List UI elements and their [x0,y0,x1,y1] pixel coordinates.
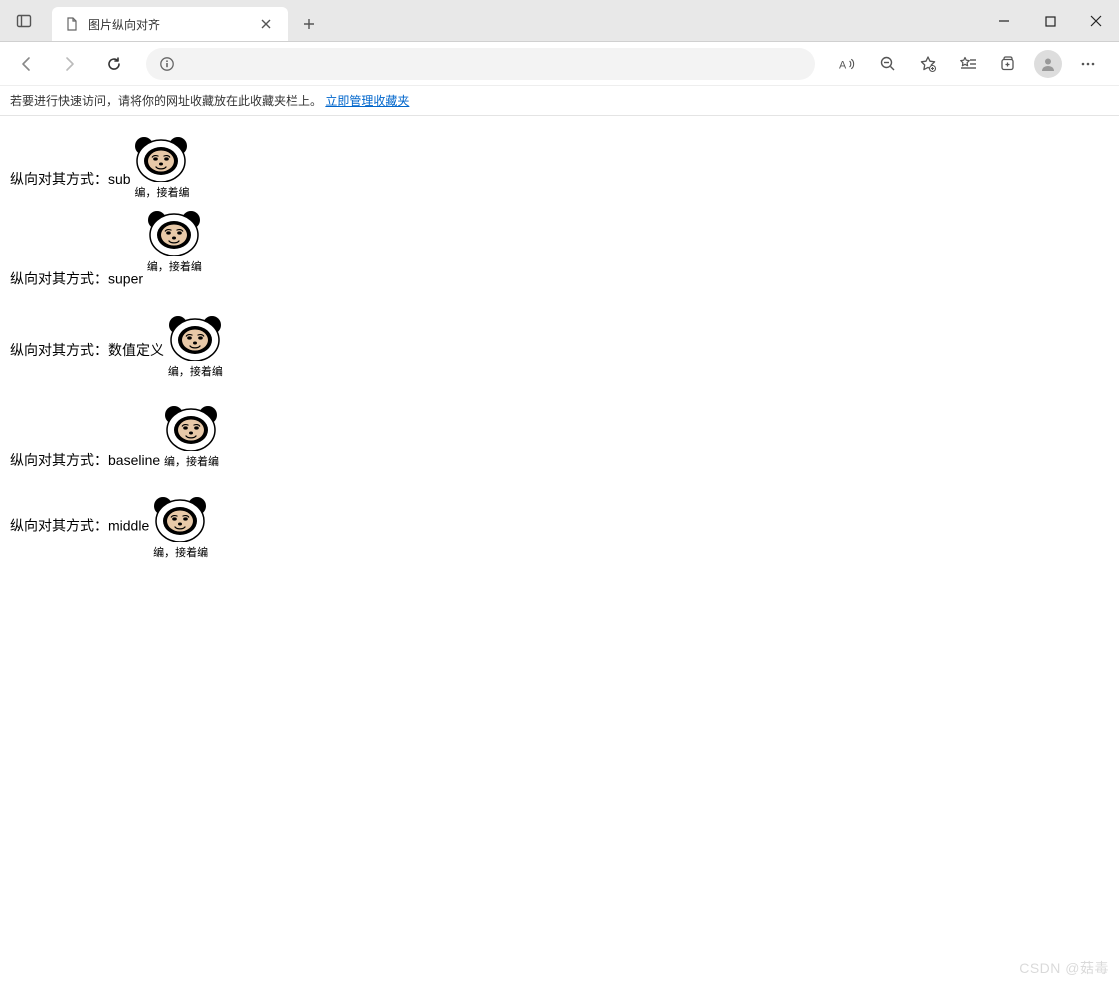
panda-image: 编，接着编 [134,134,189,200]
panda-image: 编，接着编 [164,403,219,469]
titlebar: 图片纵向对齐 [0,0,1119,42]
zoom-out-button[interactable] [869,46,907,82]
arrow-right-icon [61,55,79,73]
minimize-button[interactable] [981,0,1027,42]
toolbar-actions: A [829,46,1111,82]
row-label: 纵向对其方式：sub [10,171,131,187]
favorites-bar: 若要进行快速访问，请将你的网址收藏放在此收藏夹栏上。 立即管理收藏夹 [0,86,1119,116]
back-button[interactable] [8,46,44,82]
row-label: 纵向对其方式：super [10,271,143,287]
url-input[interactable] [184,56,803,71]
minimize-icon [998,15,1010,27]
example-row-super: 纵向对其方式：super 编，接着编 [10,216,1109,289]
info-icon [159,56,175,72]
close-icon [261,19,271,29]
favorite-button[interactable] [909,46,947,82]
row-label: 纵向对其方式：baseline [10,452,160,468]
example-row-sub: 纵向对其方式：sub 编，接着编 [10,126,1109,192]
close-window-button[interactable] [1073,0,1119,42]
row-label: 纵向对其方式：middle [10,517,149,533]
forward-button[interactable] [52,46,88,82]
tab-title: 图片纵向对齐 [88,16,248,33]
close-icon [1090,15,1102,27]
tab-actions-button[interactable] [0,0,48,41]
collections-icon [999,55,1017,73]
avatar-icon [1034,50,1062,78]
example-row-middle: 纵向对其方式：middle 编，接着编 [10,494,1109,560]
example-row-numeric: 纵向对其方式：数值定义 编，接着编 [10,313,1109,379]
browser-tab[interactable]: 图片纵向对齐 [52,7,288,41]
star-lines-icon [959,55,977,73]
svg-text:A: A [839,59,847,71]
page-content: 纵向对其方式：sub 编，接着编 纵向对其方式：super 编，接着编 纵向对其… [0,116,1119,594]
tab-close-button[interactable] [256,14,276,34]
more-button[interactable] [1069,46,1107,82]
zoom-out-icon [879,55,897,73]
manage-favorites-link[interactable]: 立即管理收藏夹 [325,92,409,109]
watermark: CSDN @菇毒 [1019,958,1109,978]
panda-caption: 编，接着编 [153,544,208,560]
row-label: 纵向对其方式：数值定义 [10,342,164,358]
panda-caption: 编，接着编 [168,363,223,379]
file-icon [64,16,80,32]
browser-toolbar: A [0,42,1119,86]
collections-button[interactable] [989,46,1027,82]
panda-image: 编，接着编 [168,313,223,379]
arrow-left-icon [17,55,35,73]
profile-button[interactable] [1029,46,1067,82]
panda-image: 编，接着编 [147,208,202,274]
refresh-icon [105,55,123,73]
maximize-button[interactable] [1027,0,1073,42]
read-aloud-icon: A [839,56,857,72]
favorites-prompt: 若要进行快速访问，请将你的网址收藏放在此收藏夹栏上。 [10,92,322,109]
read-aloud-button[interactable]: A [829,46,867,82]
panda-caption: 编，接着编 [164,453,219,469]
panda-image: 编，接着编 [153,494,208,560]
panda-caption: 编，接着编 [134,184,189,200]
more-icon [1079,55,1097,73]
window-controls [981,0,1119,42]
panda-caption: 编，接着编 [147,258,202,274]
new-tab-button[interactable] [294,9,324,39]
refresh-button[interactable] [96,46,132,82]
maximize-icon [1045,16,1056,27]
tab-actions-icon [16,13,32,29]
example-row-baseline: 纵向对其方式：baseline 编，接着编 [10,403,1109,470]
site-info-button[interactable] [158,55,176,73]
address-bar[interactable] [146,48,815,80]
star-icon [919,55,937,73]
favorites-list-button[interactable] [949,46,987,82]
plus-icon [303,18,315,30]
